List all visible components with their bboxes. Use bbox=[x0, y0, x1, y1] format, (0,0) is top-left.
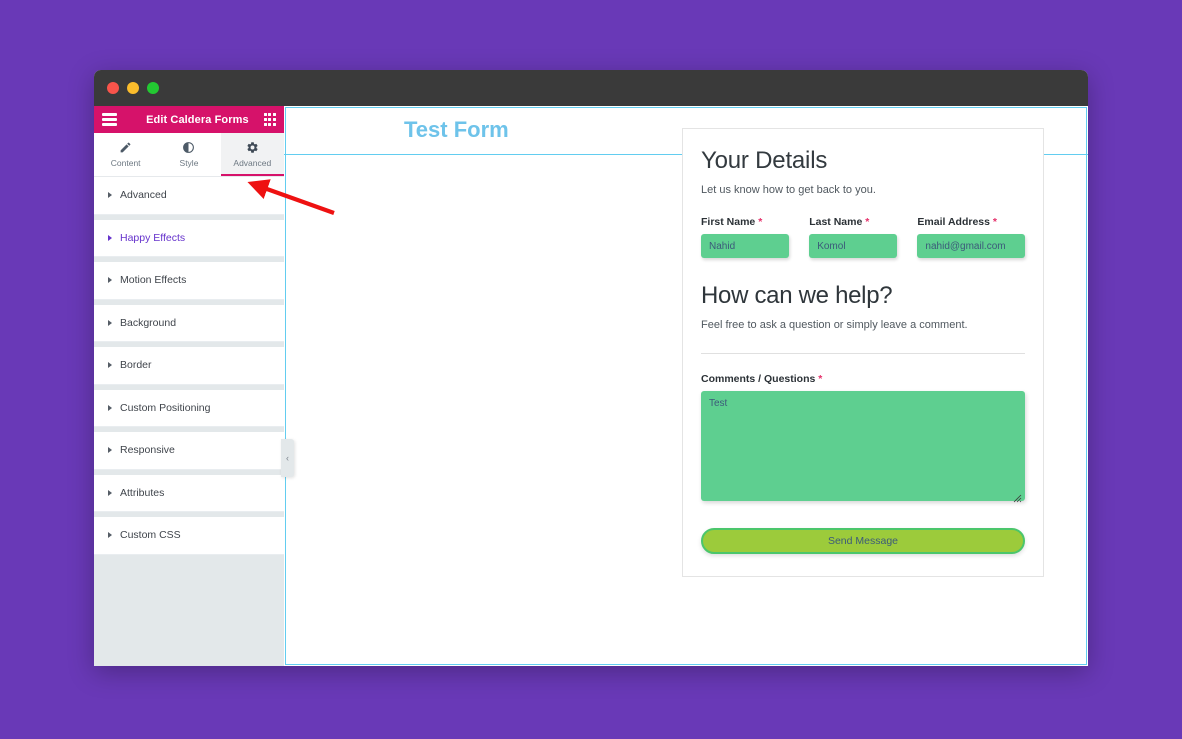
send-message-button[interactable]: Send Message bbox=[701, 528, 1025, 554]
chevron-right-icon bbox=[108, 489, 112, 496]
comments-textarea-holder bbox=[701, 391, 1025, 506]
tab-content-label: Content bbox=[110, 158, 141, 168]
chevron-right-icon bbox=[108, 532, 112, 539]
chevron-right-icon bbox=[108, 319, 112, 326]
field-email-address: Email Address * bbox=[917, 216, 1026, 258]
grid-icon[interactable] bbox=[263, 113, 276, 126]
chevron-right-icon bbox=[108, 192, 112, 199]
accordion-item-border[interactable]: Border bbox=[94, 347, 284, 385]
pencil-icon bbox=[119, 141, 132, 154]
tab-content[interactable]: Content bbox=[94, 133, 157, 176]
accordion-label: Motion Effects bbox=[120, 274, 187, 287]
accordion-item-advanced[interactable]: Advanced bbox=[94, 177, 284, 215]
elementor-panel: Edit Caldera Forms Content Style Advance… bbox=[94, 106, 294, 666]
accordion-item-attributes[interactable]: Attributes bbox=[94, 474, 284, 512]
accordion-label: Happy Effects bbox=[120, 231, 186, 244]
required-asterisk: * bbox=[992, 216, 997, 228]
field-last-name: Last Name * bbox=[809, 216, 898, 258]
accordion-item-custom-css[interactable]: Custom CSS bbox=[94, 517, 284, 555]
required-asterisk: * bbox=[818, 373, 823, 385]
comments-label-text: Comments / Questions bbox=[701, 373, 816, 385]
hamburger-icon[interactable] bbox=[102, 113, 117, 126]
contrast-icon bbox=[182, 141, 195, 154]
accordion-item-responsive[interactable]: Responsive bbox=[94, 432, 284, 470]
tab-advanced-label: Advanced bbox=[233, 158, 272, 168]
comments-textarea[interactable] bbox=[701, 391, 1025, 501]
accordion-label: Border bbox=[120, 359, 152, 372]
field-label-text: First Name bbox=[701, 216, 756, 228]
accordion-label: Attributes bbox=[120, 486, 165, 499]
chevron-right-icon bbox=[108, 362, 112, 369]
form-heading-help: How can we help? bbox=[701, 282, 893, 309]
preview-canvas: Test Form + ✕ You bbox=[284, 106, 1088, 666]
accordion-item-motion-effects[interactable]: Motion Effects bbox=[94, 262, 284, 300]
accordion-label: Responsive bbox=[120, 444, 175, 457]
form-divider bbox=[701, 353, 1025, 354]
last-name-input[interactable] bbox=[809, 234, 898, 258]
form-heading-details: Your Details bbox=[701, 147, 828, 174]
field-label-text: Email Address bbox=[917, 216, 990, 228]
form-subtitle-details: Let us know how to get back to you. bbox=[701, 184, 876, 196]
accordion-label: Custom Positioning bbox=[120, 401, 211, 414]
window-maximize-button[interactable] bbox=[147, 82, 159, 94]
accordion-label: Custom CSS bbox=[120, 529, 181, 542]
tab-style-label: Style bbox=[179, 158, 199, 168]
gear-icon bbox=[246, 141, 259, 154]
chevron-right-icon bbox=[108, 277, 112, 284]
email-input[interactable] bbox=[917, 234, 1026, 258]
panel-tabs: Content Style Advanced bbox=[94, 133, 285, 177]
field-label: Last Name * bbox=[809, 216, 897, 228]
chevron-right-icon bbox=[108, 234, 112, 241]
panel-header: Edit Caldera Forms bbox=[94, 106, 284, 133]
page-title: Test Form bbox=[404, 117, 509, 142]
browser-window: Edit Caldera Forms Content Style Advance… bbox=[94, 70, 1088, 666]
window-body: Edit Caldera Forms Content Style Advance… bbox=[94, 106, 1088, 666]
field-label-text: Last Name bbox=[809, 216, 863, 228]
window-minimize-button[interactable] bbox=[127, 82, 139, 94]
window-titlebar bbox=[94, 70, 1088, 106]
accordion-label: Advanced bbox=[120, 189, 167, 202]
caldera-form: Your Details Let us know how to get back… bbox=[682, 128, 1044, 577]
accordion-label: Background bbox=[120, 316, 177, 329]
field-first-name: First Name * bbox=[701, 216, 790, 258]
tab-advanced[interactable]: Advanced bbox=[220, 133, 285, 176]
chevron-right-icon bbox=[108, 404, 112, 411]
accordion-item-background[interactable]: Background bbox=[94, 304, 284, 342]
accordion-item-custom-positioning[interactable]: Custom Positioning bbox=[94, 389, 284, 427]
first-name-input[interactable] bbox=[701, 234, 790, 258]
accordion-item-happy-effects[interactable]: Happy Effects bbox=[94, 219, 284, 257]
chevron-right-icon bbox=[108, 447, 112, 454]
tab-style[interactable]: Style bbox=[157, 133, 220, 176]
panel-collapse-handle[interactable]: ‹ bbox=[281, 439, 294, 477]
window-close-button[interactable] bbox=[107, 82, 119, 94]
panel-title: Edit Caldera Forms bbox=[146, 113, 249, 126]
form-field-row: First Name * Last Name * bbox=[701, 216, 1026, 258]
comments-label: Comments / Questions * bbox=[701, 373, 1025, 385]
field-label: Email Address * bbox=[917, 216, 1025, 228]
field-label: First Name * bbox=[701, 216, 789, 228]
required-asterisk: * bbox=[865, 216, 870, 228]
panel-accordion: Advanced Happy Effects Motion Effects Ba… bbox=[94, 177, 284, 555]
required-asterisk: * bbox=[758, 216, 763, 228]
form-subtitle-help: Feel free to ask a question or simply le… bbox=[701, 319, 968, 331]
